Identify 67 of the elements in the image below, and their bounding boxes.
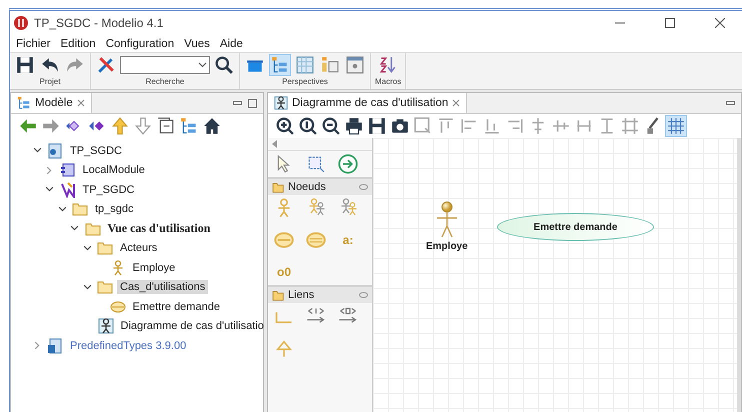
actor-label: Employe: [426, 241, 468, 252]
save-icon[interactable]: [366, 115, 388, 137]
perspective-icon[interactable]: [344, 54, 366, 76]
project-icon: [47, 142, 63, 159]
search-icon[interactable]: [213, 54, 235, 76]
save-icon[interactable]: [14, 54, 36, 76]
menu-item[interactable]: Configuration: [106, 38, 174, 50]
close-icon[interactable]: [452, 99, 460, 107]
close-icon[interactable]: [76, 99, 85, 107]
collapse-palette-icon[interactable]: [272, 140, 278, 148]
tree-item[interactable]: PredefinedTypes 3.9.00: [67, 338, 190, 353]
uml-package-icon: [60, 182, 76, 198]
folder-icon: [97, 240, 113, 256]
module-icon: [60, 162, 76, 178]
window-title: TP_SGDC - Modelio 4.1: [34, 16, 164, 30]
folder-icon: [84, 220, 100, 237]
folder-icon: [97, 279, 113, 296]
minimize-icon[interactable]: [233, 100, 242, 106]
actor-figure: [436, 201, 458, 239]
tree-item[interactable]: Acteurs: [117, 241, 160, 256]
tree-item[interactable]: Vue cas d'utilisation: [104, 220, 214, 238]
perspective-icon[interactable]: [269, 54, 291, 76]
tree-item[interactable]: Employe: [130, 260, 178, 275]
palette-section-header[interactable]: Noeuds: [268, 177, 372, 195]
close-icon[interactable]: [715, 18, 725, 28]
use-case-icon: [110, 298, 126, 315]
search-field[interactable]: [120, 56, 210, 74]
print-icon[interactable]: [343, 115, 365, 137]
toolbar-group-label: Recherche: [146, 77, 184, 86]
zoom-out-icon[interactable]: [320, 115, 342, 137]
menu-item[interactable]: Aide: [220, 38, 243, 50]
palette-section-header[interactable]: Liens: [268, 285, 372, 303]
tree-item[interactable]: Emettre demande: [130, 300, 223, 314]
folder-icon: [72, 201, 88, 218]
use-case-ellipse: Emettre demande: [497, 213, 654, 241]
maximize-icon[interactable]: [665, 18, 675, 28]
menu-item[interactable]: Edition: [60, 38, 96, 50]
zoom-in-icon[interactable]: [274, 115, 296, 137]
diagram-icon: [274, 96, 288, 110]
menu-item[interactable]: Vues: [184, 38, 210, 50]
tree-item[interactable]: LocalModule: [80, 163, 148, 178]
tree-item[interactable]: TP_SGDC: [67, 144, 125, 158]
library-icon: [47, 338, 63, 354]
grid-icon[interactable]: [665, 115, 687, 137]
zoom-fit-icon[interactable]: [297, 115, 319, 137]
app-logo-icon: [14, 16, 28, 30]
tree-view-icon: [17, 96, 31, 110]
toolbar-group-label: Projet: [40, 77, 60, 86]
model-tab[interactable]: Modèle: [11, 93, 92, 113]
maximize-icon[interactable]: [248, 98, 257, 108]
minimize-icon[interactable]: [726, 100, 735, 106]
tree-item[interactable]: tp_sgdc: [92, 202, 137, 216]
toolbar-group-label: Macros: [375, 77, 402, 86]
tree-item[interactable]: Cas_d'utilisations: [117, 280, 208, 294]
tree-item[interactable]: TP_SGDC: [80, 182, 138, 197]
menu-item[interactable]: Fichier: [16, 38, 51, 50]
diagram-icon: [98, 318, 114, 334]
perspective-icon[interactable]: [294, 54, 316, 76]
link-tool-icon[interactable]: [338, 154, 358, 174]
diagram-tab[interactable]: Diagramme de cas d'utilisation: [268, 93, 468, 113]
folder-icon: [272, 182, 285, 192]
section-label: Liens: [288, 289, 314, 301]
marquee-tool-icon[interactable]: [306, 154, 326, 174]
tree-item[interactable]: Diagramme de cas d'utilisatio: [118, 319, 267, 334]
folder-icon: [272, 290, 285, 300]
toolbar-group-label: Perspectives: [282, 77, 328, 86]
section-label: Noeuds: [288, 181, 326, 193]
